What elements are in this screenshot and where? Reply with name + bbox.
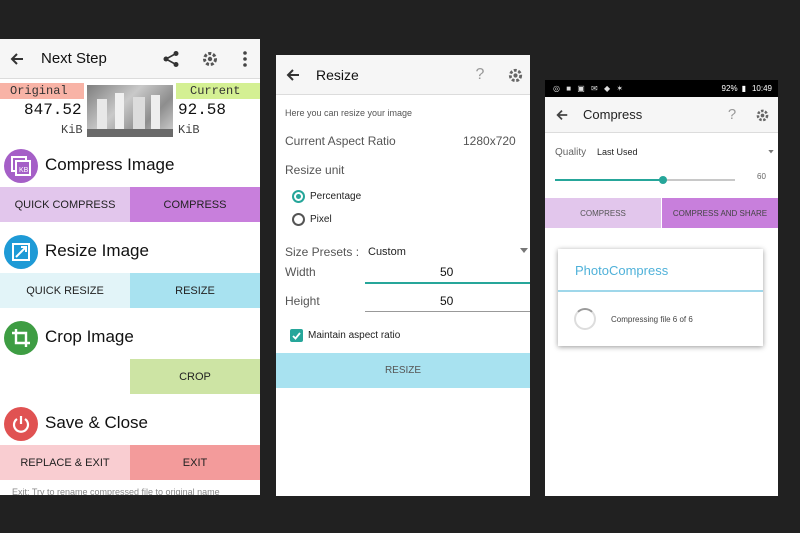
replace-exit-button[interactable]: REPLACE & EXIT [0,445,130,480]
resize-button[interactable]: RESIZE [130,273,260,308]
compress-button[interactable]: COMPRESS [130,187,260,222]
next-step-screen: Next Step Original 847.52 KiB Current 92… [0,39,260,495]
battery-percent: 92% [721,84,738,93]
dialog-divider [558,290,763,292]
height-label: Height [285,294,320,308]
image-thumbnail [87,85,173,137]
page-title: Next Step [41,50,107,67]
help-icon[interactable]: ? [472,66,488,84]
maintain-aspect-checkbox[interactable] [290,329,303,342]
aspect-ratio-label: Current Aspect Ratio [285,134,396,148]
progress-dialog: PhotoCompress Compressing file 6 of 6 [558,249,763,346]
height-input-underline [365,311,530,312]
app-bar: Next Step [0,39,260,79]
back-arrow-icon[interactable] [8,50,26,68]
original-label: Original [0,83,84,99]
width-input[interactable]: 50 [440,265,453,279]
resize-unit-label: Resize unit [285,163,345,177]
progress-spinner-icon [574,308,596,330]
help-icon[interactable]: ? [725,106,739,123]
quality-slider-fill [555,179,663,181]
percentage-radio[interactable] [292,190,305,203]
page-title: Resize [316,67,359,83]
exit-button[interactable]: EXIT [130,445,260,480]
app-bar: Compress ? [545,97,778,133]
maintain-aspect-label[interactable]: Maintain aspect ratio [308,330,400,341]
resize-icon [4,235,38,269]
status-time: 10:49 [751,84,772,93]
app-bar: Resize ? [276,55,530,95]
quality-slider-track[interactable] [555,176,735,184]
crop-image-title: Crop Image [45,327,134,346]
quality-value: 60 [757,172,766,181]
quality-label: Quality [555,147,587,158]
pixel-label[interactable]: Pixel [310,214,332,225]
resize-button[interactable]: RESIZE [276,353,530,388]
crop-button[interactable]: CROP [130,359,260,394]
overflow-menu-icon[interactable] [238,49,252,69]
footer-note: Exit: Try to rename compressed file to o… [12,487,220,495]
current-label: Current [176,83,260,99]
size-presets-value[interactable]: Custom [368,246,406,258]
quick-resize-button[interactable]: QUICK RESIZE [0,273,130,308]
original-unit: KiB [61,123,83,137]
gear-icon[interactable] [200,49,220,69]
share-icon[interactable] [161,49,181,69]
dropdown-arrow-icon[interactable] [520,247,528,255]
compress-button[interactable]: COMPRESS [545,198,661,228]
quality-slider-thumb[interactable] [659,176,667,184]
quick-compress-button[interactable]: QUICK COMPRESS [0,187,130,222]
height-input[interactable]: 50 [440,294,453,308]
resize-image-title: Resize Image [45,241,149,260]
page-title: Compress [583,107,643,122]
width-label: Width [285,265,316,279]
save-close-title: Save & Close [45,413,148,432]
current-unit: KiB [178,123,200,137]
back-arrow-icon[interactable] [554,107,570,123]
dialog-message: Compressing file 6 of 6 [611,315,693,324]
current-size: 92.58 [178,101,227,119]
hint-text: Here you can resize your image [285,108,413,118]
compress-kb-icon: KB [4,149,38,183]
resize-screen: Resize ? Here you can resize your image … [276,55,530,496]
crop-icon [4,321,38,355]
compress-image-title: Compress Image [45,155,175,174]
compress-and-share-button[interactable]: COMPRESS AND SHARE [662,198,778,228]
dialog-title: PhotoCompress [575,263,669,278]
gear-icon[interactable] [754,107,770,123]
compress-screen: ◎ ■ ▣ ✉ ◆ ✶ 92% ▮ 10:49 Compress ? Quali… [545,80,778,496]
original-size: 847.52 [24,101,82,119]
size-presets-label: Size Presets : [285,245,360,259]
notification-icons: ◎ ■ ▣ ✉ ◆ ✶ [553,84,626,93]
percentage-label[interactable]: Percentage [310,191,361,202]
battery-icon: ▮ [741,84,746,93]
width-input-underline [365,282,530,284]
back-arrow-icon[interactable] [284,66,302,84]
quality-mode[interactable]: Last Used [597,147,638,157]
aspect-ratio-value: 1280x720 [463,134,516,148]
dropdown-arrow-icon[interactable] [768,149,774,155]
svg-text:KB: KB [19,167,29,174]
gear-icon[interactable] [506,66,524,84]
pixel-radio[interactable] [292,213,305,226]
power-icon [4,407,38,441]
status-bar: ◎ ■ ▣ ✉ ◆ ✶ 92% ▮ 10:49 [545,80,778,97]
